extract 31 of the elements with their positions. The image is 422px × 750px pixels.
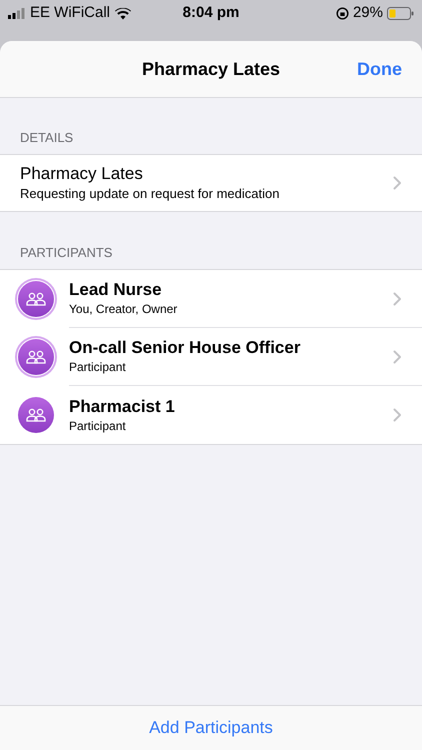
done-button[interactable]: Done [342, 56, 402, 82]
sheet-title: Pharmacy Lates [142, 58, 280, 81]
chevron-right-icon [393, 176, 402, 190]
battery-percent: 29% [352, 3, 383, 24]
signal-icon [8, 8, 25, 19]
participant-row[interactable]: Pharmacist 1 Participant [0, 386, 422, 444]
rotation-lock-icon [336, 7, 349, 20]
people-icon [26, 350, 46, 364]
chevron-right-icon [393, 350, 402, 364]
wifi-icon [115, 8, 132, 20]
details-title: Pharmacy Lates [20, 163, 144, 185]
people-icon [26, 292, 46, 306]
carrier-name: EE WiFiCall [30, 3, 110, 24]
battery-icon [386, 7, 414, 20]
participant-name: Lead Nurse [69, 279, 163, 301]
chevron-right-icon [393, 408, 402, 422]
section-header: PARTICIPANTS [20, 244, 112, 262]
participant-row[interactable]: On-call Senior House Officer Participant [0, 328, 422, 386]
participant-role: Participant [69, 359, 127, 376]
add-participants-button[interactable]: Add Participants [149, 715, 273, 741]
details-subtitle: Requesting update on request for medication [20, 185, 280, 203]
participant-role: Participant [69, 418, 127, 434]
status-time: 8:04 pm [182, 3, 240, 24]
participant-name: Pharmacist 1 [69, 396, 176, 418]
participant-row[interactable]: Lead Nurse You, Creator, Owner [0, 270, 422, 328]
participant-role: You, Creator, Owner [69, 301, 178, 318]
details-row[interactable]: Pharmacy Lates Requesting update on request for medication [0, 154, 422, 212]
chevron-right-icon [393, 292, 402, 306]
section-header: DETAILS [20, 128, 74, 146]
people-icon [26, 408, 46, 422]
participant-name: On-call Senior House Officer [69, 337, 302, 359]
